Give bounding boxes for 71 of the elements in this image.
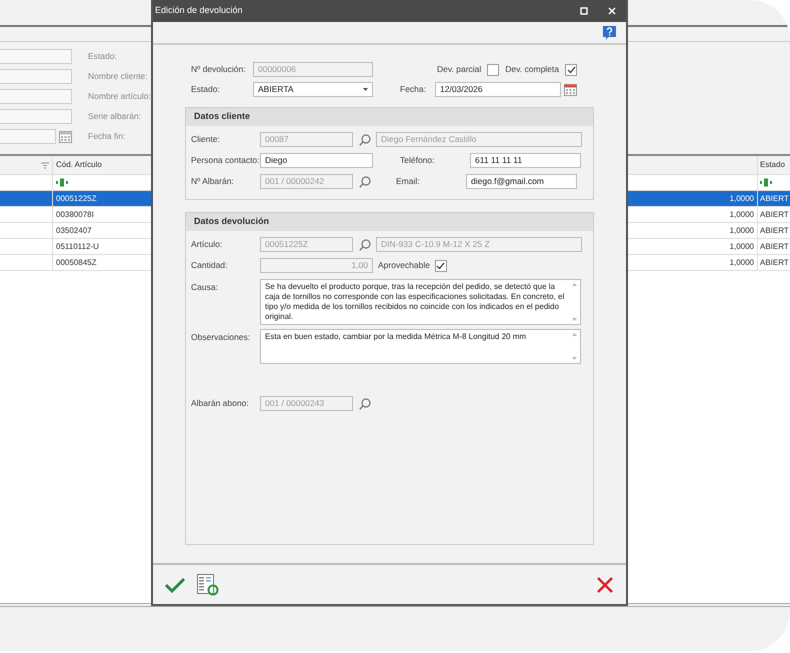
table-cell[interactable]: ABIERT (758, 207, 790, 223)
filter-field[interactable] (0, 69, 72, 84)
input-field[interactable]: diego.f@gmail.com (466, 174, 577, 189)
search-icon[interactable] (359, 398, 371, 410)
table-cell[interactable] (0, 191, 53, 207)
scroll-down-icon[interactable] (572, 357, 577, 360)
checkmark-icon[interactable] (165, 576, 185, 592)
checkbox[interactable] (434, 260, 447, 272)
field-label: Estado: (191, 83, 221, 96)
table-cell[interactable] (0, 255, 53, 271)
calendar-icon[interactable] (59, 130, 72, 143)
search-icon[interactable] (359, 134, 371, 146)
scroll-up-icon[interactable] (572, 333, 577, 336)
field-label: Nº Albarán: (191, 175, 235, 188)
scroll-down-icon[interactable] (572, 318, 577, 321)
filter-label: Serie albarán: (88, 110, 141, 123)
field-label: Nº devolución: (191, 63, 247, 76)
calendar-icon[interactable] (564, 83, 577, 96)
filter-row-icon[interactable] (56, 178, 68, 187)
text-area[interactable]: Se ha devuelto el producto porque, tras la recepción del pedido, se detectó que la caja de tornillos no corresponde con las especificaciones solicitadas. En concreto, el tipo y/o medida de los tornillos recibidos no coincide con los indicados en el pedido original. (260, 279, 581, 325)
table-refresh-icon[interactable] (197, 574, 219, 596)
field-label: Observaciones: (191, 331, 252, 344)
checkbox-label: Dev. completa (505, 63, 559, 76)
field-label: Teléfono: (400, 154, 436, 167)
field-label: Fecha: (400, 83, 427, 96)
filter-row-icon[interactable] (760, 178, 772, 187)
field-label: Cliente: (191, 133, 221, 146)
filter-field[interactable] (0, 49, 72, 64)
table-cell[interactable]: 00051225Z (53, 191, 152, 207)
filter-label: Estado: (88, 50, 117, 63)
search-icon[interactable] (359, 238, 371, 250)
filter-icon[interactable] (41, 162, 49, 168)
group-title: Datos cliente (186, 108, 593, 126)
table-cell[interactable]: ABIERT (758, 239, 790, 255)
table-cell[interactable] (0, 239, 53, 255)
date-field[interactable]: 12/03/2026 (435, 82, 561, 97)
table-cell[interactable]: ABIERT (758, 255, 790, 271)
checkbox[interactable] (487, 64, 500, 76)
checkbox[interactable] (565, 64, 577, 76)
field-label: Email: (396, 175, 421, 188)
help-icon[interactable] (603, 26, 616, 40)
dropdown[interactable]: ABIERTA (253, 82, 373, 97)
filter-label: Fecha fin: (88, 130, 126, 143)
input-field[interactable]: 611 11 11 11 (470, 153, 581, 168)
field-label: Causa: (191, 281, 219, 294)
filter-field[interactable] (0, 89, 72, 104)
table-cell[interactable]: ABIERT (758, 191, 790, 207)
field-label: Albarán abono: (191, 397, 250, 410)
scroll-up-icon[interactable] (572, 283, 577, 286)
window-title: Edición de devolución (155, 4, 243, 18)
checkbox-label: Aprovechable (378, 259, 430, 272)
filter-label: Nombre artículo: (88, 90, 151, 103)
maximize-icon[interactable] (580, 7, 588, 15)
field-label: Artículo: (191, 238, 224, 251)
field-label: Cantidad: (191, 259, 228, 272)
caret-icon (363, 88, 368, 91)
close-icon[interactable] (596, 576, 614, 594)
search-icon[interactable] (359, 176, 371, 188)
checkbox-label: Dev. parcial (437, 63, 482, 76)
field-label: Persona contacto: (191, 154, 260, 167)
filter-field[interactable] (0, 129, 56, 144)
text-area[interactable]: Esta en buen estado, cambiar por la medida Métrica M-8 Longitud 20 mm (260, 329, 581, 364)
table-cell[interactable] (0, 207, 53, 223)
table-cell[interactable]: ABIERT (758, 223, 790, 239)
input-field[interactable]: Diego (260, 153, 373, 168)
group-title: Datos devolución (186, 213, 593, 231)
table-cell[interactable] (0, 223, 53, 239)
filter-field[interactable] (0, 109, 72, 124)
table-cell[interactable]: 1,0000 (628, 191, 758, 207)
filter-label: Nombre cliente: (88, 70, 148, 83)
column-header[interactable]: Estado (758, 156, 790, 175)
